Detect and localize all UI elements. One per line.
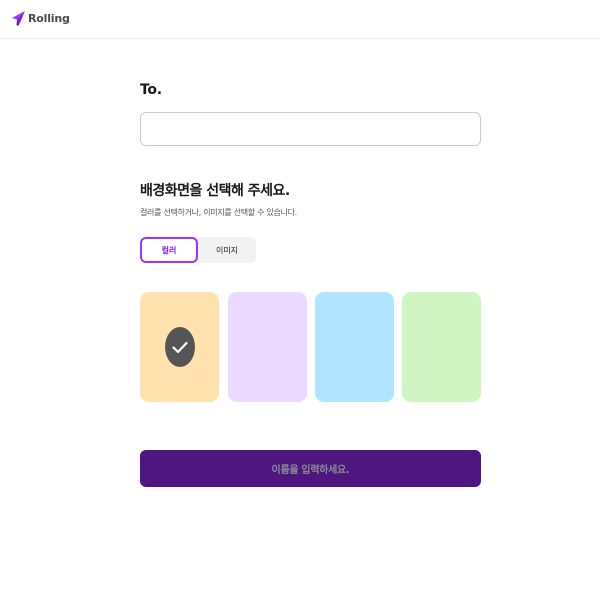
check-icon xyxy=(171,341,188,354)
color-swatch-purple[interactable] xyxy=(228,292,307,402)
background-title: 배경화면을 선택해 주세요. xyxy=(140,183,290,199)
color-swatch-orange[interactable] xyxy=(140,292,219,402)
submit-button[interactable]: 이름을 입력하세요. xyxy=(140,450,481,487)
tab-color[interactable]: 컬러 xyxy=(140,237,198,263)
color-swatch-green[interactable] xyxy=(402,292,481,402)
to-input[interactable] xyxy=(140,112,481,146)
color-swatch-blue[interactable] xyxy=(315,292,394,402)
background-subtitle: 컬러를 선택하거나, 이미지를 선택할 수 있습니다. xyxy=(140,208,297,217)
tab-image[interactable]: 이미지 xyxy=(198,237,256,263)
selected-check-badge xyxy=(164,327,195,367)
to-label: To. xyxy=(140,82,162,98)
background-type-toggle: 이미지 컬러 xyxy=(140,237,256,263)
top-header: Rolling xyxy=(0,0,600,39)
app-logo[interactable]: Rolling xyxy=(11,8,70,28)
logo-icon xyxy=(11,10,26,27)
logo-text: Rolling xyxy=(28,11,70,25)
